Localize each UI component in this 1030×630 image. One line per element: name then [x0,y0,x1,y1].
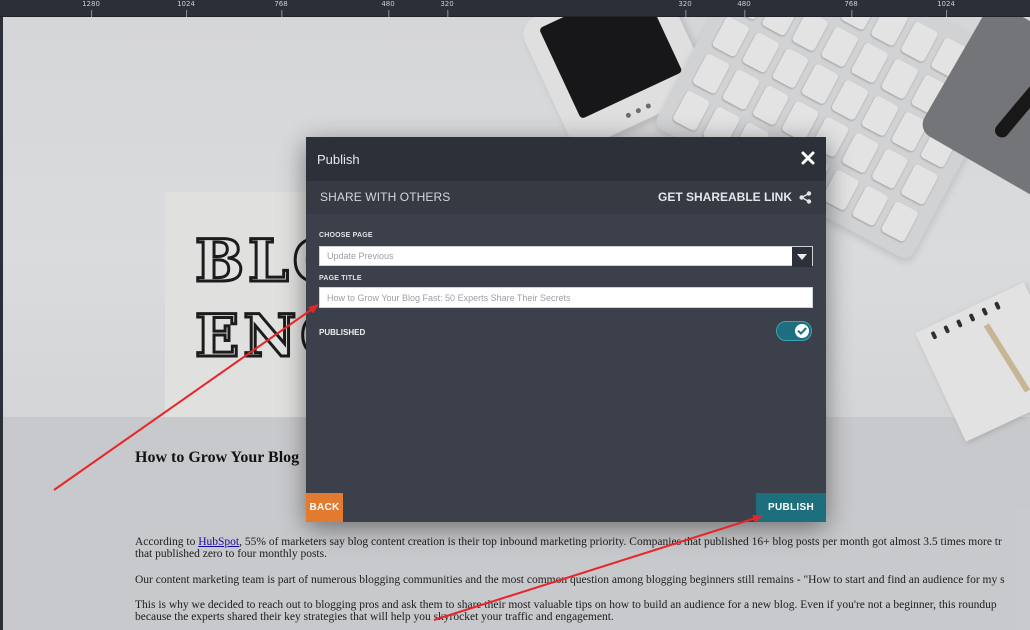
ruler-tick: 480 [381,0,395,17]
article-title: How to Grow Your Blog [135,449,300,466]
keyboard-key [890,110,929,153]
hubspot-link[interactable]: HubSpot [198,536,239,548]
share-with-others-tab[interactable]: SHARE WITH OTHERS [320,190,450,204]
keyboard-key [800,63,840,106]
keyboard-key [770,47,810,90]
phone-screen [538,17,683,120]
keyboard-key [840,131,880,174]
share-icon[interactable] [799,191,812,204]
paragraph-text: This is why we decided to reach out to b… [135,599,997,611]
published-label: PUBLISHED [319,328,366,337]
article-paragraph: This is why we decided to reach out to b… [135,599,997,623]
keyboard-key [870,147,910,190]
close-icon[interactable] [800,150,816,166]
chevron-down-icon[interactable] [792,247,812,267]
paragraph-text: that published zero to four monthly post… [135,548,327,560]
keyboard-key [751,84,790,127]
modal-header: Publish [306,137,826,181]
ruler-tick: 768 [844,0,858,17]
choose-page-value: Update Previous [327,251,394,261]
ruler-tick: 320 [440,0,454,17]
canvas-left-edge [0,17,3,630]
keyboard-key [721,68,761,111]
paragraph-text: According to [135,536,199,548]
keyboard-key [671,89,711,132]
ruler-tick: 1024 [937,0,955,17]
ruler-tick: 1280 [82,0,100,17]
modal-title: Publish [317,152,360,167]
published-toggle[interactable] [776,321,812,341]
keyboard-key [830,78,870,121]
page-title-label: PAGE TITLE [319,275,362,282]
keyboard-key [781,100,820,143]
publish-modal: Publish SHARE WITH OTHERS GET SHAREABLE … [306,137,826,522]
keyboard-key [711,17,751,58]
ruler-tick: 320 [678,0,692,17]
ruler: 1280 1024 768 480 320 320 480 768 1024 [0,0,1030,17]
page-title-input[interactable] [319,287,813,308]
paragraph-text: , 55% of marketers say blog content crea… [239,536,1002,548]
keyboard-key [850,184,890,227]
toggle-knob [795,323,809,338]
keyboard-key [869,17,909,47]
keyboard-key [899,20,939,63]
keyboard-key [880,200,920,243]
back-button[interactable]: BACK [306,493,343,522]
keyboard-key [850,41,889,84]
ruler-tick: 480 [737,0,751,17]
ruler-tick: 1024 [177,0,195,17]
check-icon [797,327,807,335]
keyboard-key [820,168,860,211]
keyboard-key [741,31,780,74]
keyboard-key [900,163,939,206]
article-paragraph: According to HubSpot, 55% of marketers s… [135,536,1002,560]
paragraph-text: because the experts shared their key str… [135,611,614,623]
choose-page-label: CHOOSE PAGE [319,232,373,239]
publish-button[interactable]: PUBLISH [756,493,826,522]
choose-page-select[interactable]: Update Previous [319,246,813,267]
ruler-tick: 768 [274,0,288,17]
get-shareable-link-button[interactable]: GET SHAREABLE LINK [658,190,792,204]
article-paragraph: Our content marketing team is part of nu… [135,574,1005,586]
keyboard-key [860,94,900,137]
keyboard-key [691,52,731,95]
keyboard-key [790,17,830,53]
keyboard-key [820,25,860,69]
keyboard-key [880,57,919,100]
share-bar: SHARE WITH OTHERS GET SHAREABLE LINK [306,181,826,214]
